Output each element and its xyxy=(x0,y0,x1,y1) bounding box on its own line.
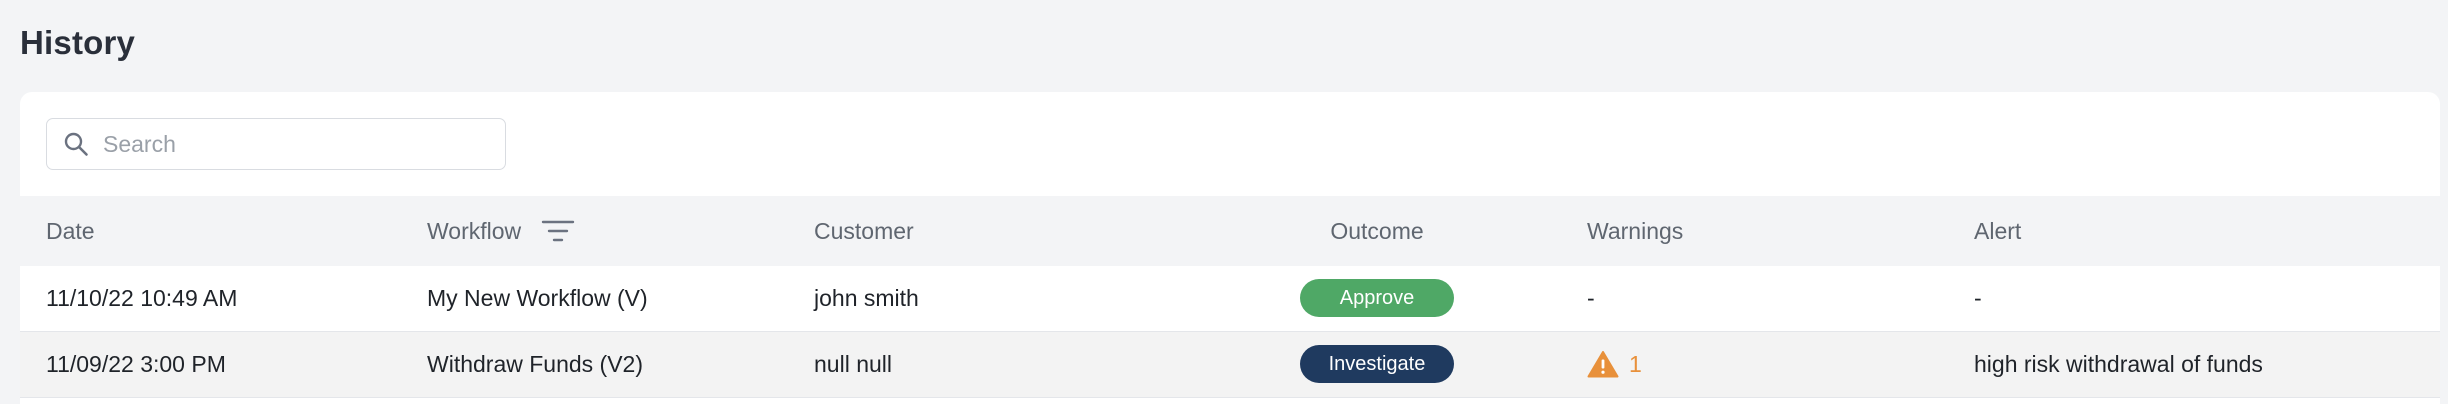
column-header-outcome: Outcome xyxy=(1330,217,1424,244)
cell-outcome: Investigate xyxy=(1298,332,1456,396)
search-input[interactable] xyxy=(103,130,483,158)
column-header-warnings: Warnings xyxy=(1587,217,1684,244)
outcome-badge-approve[interactable]: Approve xyxy=(1300,279,1454,317)
column-header-workflow-label: Workflow xyxy=(427,217,522,244)
cell-warnings: 1 xyxy=(1587,332,1642,396)
page-title: History xyxy=(20,24,136,61)
table-header: Date Workflow Customer Outcome Warnings … xyxy=(20,196,2440,266)
column-header-customer: Customer xyxy=(814,217,914,244)
search-box[interactable] xyxy=(46,118,506,170)
search-icon xyxy=(63,131,89,157)
filter-icon[interactable] xyxy=(541,218,575,244)
cell-warnings: - xyxy=(1587,284,1595,311)
cell-date: 11/09/22 3:00 PM xyxy=(46,350,226,377)
cell-customer: null null xyxy=(814,350,892,377)
warning-count[interactable]: 1 xyxy=(1629,351,1642,378)
cell-outcome: Approve xyxy=(1298,266,1456,330)
cell-date: 11/10/22 10:49 AM xyxy=(46,284,238,311)
column-header-workflow: Workflow xyxy=(427,196,575,266)
table-row[interactable]: 11/10/22 10:49 AM My New Workflow (V) jo… xyxy=(20,266,2440,332)
cell-alert: - xyxy=(1974,284,1982,311)
cell-customer: john smith xyxy=(814,284,919,311)
outcome-badge-investigate[interactable]: Investigate xyxy=(1300,345,1454,383)
column-header-date: Date xyxy=(46,217,95,244)
table-row[interactable]: 11/09/22 3:00 PM Withdraw Funds (V2) nul… xyxy=(20,332,2440,398)
history-card: Date Workflow Customer Outcome Warnings … xyxy=(20,92,2440,404)
cell-alert: high risk withdrawal of funds xyxy=(1974,350,2263,377)
cell-workflow: My New Workflow (V) xyxy=(427,284,648,311)
column-header-alert: Alert xyxy=(1974,217,2022,244)
cell-workflow: Withdraw Funds (V2) xyxy=(427,350,644,377)
warning-icon xyxy=(1587,350,1619,378)
